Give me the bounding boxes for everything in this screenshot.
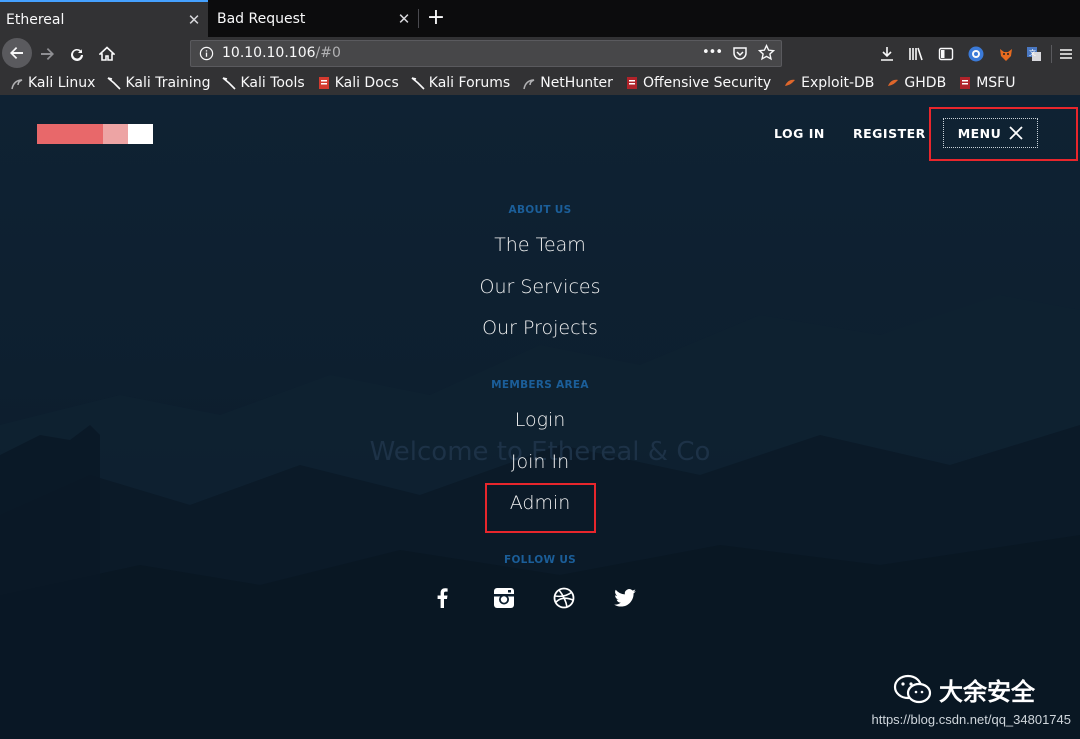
bookmark-star-icon[interactable] (758, 44, 775, 61)
forward-button[interactable] (32, 39, 62, 69)
offsec-icon (625, 76, 639, 90)
page-actions: ••• (702, 44, 775, 61)
reload-icon (71, 48, 83, 61)
logo-block-red (37, 124, 103, 144)
facebook-icon[interactable] (430, 586, 454, 610)
reload-button[interactable] (62, 39, 92, 69)
bookmark-label: NetHunter (540, 74, 613, 91)
menu-link-the-team[interactable]: The Team (0, 234, 1080, 256)
bookmark-item[interactable]: Offensive Security (625, 75, 771, 91)
close-tab-icon[interactable]: ✕ (390, 10, 418, 28)
login-link[interactable]: LOG IN (774, 126, 825, 141)
menu-link-join-in[interactable]: Join In (0, 451, 1080, 473)
tab-label: Bad Request (217, 10, 306, 27)
exploitdb-icon (783, 76, 797, 90)
svg-text:文: 文 (1029, 48, 1036, 57)
close-tab-icon[interactable]: ✕ (180, 11, 208, 29)
tab-divider (418, 9, 419, 28)
bookmark-item[interactable]: MSFU (958, 75, 1015, 91)
bookmark-item[interactable]: Kali Linux (10, 75, 95, 91)
home-button[interactable] (92, 39, 122, 69)
bookmark-item[interactable]: GHDB (886, 75, 946, 91)
account-icon[interactable] (966, 44, 986, 64)
downloads-icon[interactable] (877, 44, 897, 64)
library-icon[interactable] (906, 44, 926, 64)
address-bar[interactable]: 10.10.10.106/#0 ••• (190, 40, 782, 67)
watermark-logo: 大余安全 (893, 672, 1035, 707)
tab-label: Ethereal (6, 11, 65, 28)
bookmark-item[interactable]: Kali Training (107, 75, 210, 91)
bookmark-label: GHDB (904, 74, 947, 91)
bookmark-label: Kali Training (125, 74, 211, 91)
home-icon (99, 46, 115, 61)
web-page: LOG IN REGISTER MENU Welcome to Ethereal… (0, 95, 1080, 739)
toolbar-right: 文 (850, 37, 1080, 70)
new-tab-button[interactable]: + (424, 4, 448, 32)
menu-link-our-services[interactable]: Our Services (0, 276, 1080, 298)
kali-icon (522, 76, 536, 90)
bookmark-item[interactable]: Kali Docs (317, 75, 399, 91)
hamburger-menu-icon[interactable] (1056, 44, 1076, 64)
exploitdb-icon (886, 76, 900, 90)
bookmark-item[interactable]: Kali Forums (411, 75, 510, 91)
sidebar-icon[interactable] (936, 44, 956, 64)
bookmarks-toolbar: Kali Linux Kali Training Kali Tools Kali Do… (0, 70, 1080, 95)
kali-dragon-icon (411, 76, 425, 90)
menu-link-our-projects[interactable]: Our Projects (0, 317, 1080, 339)
twitter-icon[interactable] (613, 586, 637, 610)
url-text[interactable]: 10.10.10.106/#0 (222, 45, 341, 61)
page-actions-menu-icon[interactable]: ••• (702, 45, 723, 60)
logo-block-white (128, 124, 153, 144)
info-icon[interactable] (199, 46, 214, 61)
pocket-icon[interactable] (732, 45, 748, 61)
bookmark-label: Kali Tools (240, 74, 305, 91)
url-host: 10.10.10.106 (222, 45, 316, 61)
bookmark-item[interactable]: NetHunter (522, 75, 613, 91)
members-area-heading: MEMBERS AREA (491, 379, 589, 391)
menu-link-login[interactable]: Login (0, 409, 1080, 431)
instagram-icon[interactable] (492, 586, 516, 610)
admin-highlight-box (485, 483, 596, 533)
tab-strip: Ethereal ✕ Bad Request ✕ + (0, 0, 1080, 37)
follow-us-heading: FOLLOW US (503, 554, 577, 566)
forward-arrow-icon (41, 48, 54, 60)
bookmark-label: Kali Forums (428, 74, 511, 91)
url-path: /#0 (315, 45, 341, 61)
kali-dragon-icon (222, 76, 237, 90)
wechat-icon (893, 674, 932, 703)
register-link[interactable]: REGISTER (853, 126, 926, 141)
back-button[interactable] (2, 38, 32, 68)
back-arrow-icon (10, 47, 23, 59)
bookmark-item[interactable]: Kali Tools (222, 74, 305, 91)
toolbar-divider (1051, 45, 1052, 63)
docs-icon (317, 76, 331, 90)
tab-ethereal[interactable]: Ethereal ✕ (0, 0, 208, 37)
about-us-heading: ABOUT US (508, 204, 572, 216)
bookmark-label: Kali Docs (334, 74, 399, 91)
offsec-icon (958, 76, 972, 90)
logo-block-pink (103, 124, 128, 144)
menu-highlight-box (929, 107, 1078, 161)
tab-bad-request[interactable]: Bad Request ✕ (208, 0, 418, 37)
kali-dragon-icon (107, 76, 122, 90)
translate-icon[interactable]: 文 (1024, 44, 1044, 64)
bookmark-item[interactable]: Exploit-DB (783, 75, 874, 91)
bookmark-label: Exploit-DB (801, 74, 875, 91)
kali-icon (10, 76, 24, 90)
navigation-toolbar: 10.10.10.106/#0 ••• 文 (0, 37, 1080, 70)
bookmark-label: MSFU (976, 74, 1016, 91)
watermark-brand: 大余安全 (939, 678, 1035, 706)
bookmark-label: Kali Linux (28, 74, 96, 91)
extension-fox-icon[interactable] (996, 44, 1016, 64)
dribbble-icon[interactable] (552, 586, 576, 610)
watermark-url: https://blog.csdn.net/qq_34801745 (871, 712, 1072, 727)
site-logo[interactable] (37, 124, 153, 144)
bookmark-label: Offensive Security (642, 74, 772, 91)
